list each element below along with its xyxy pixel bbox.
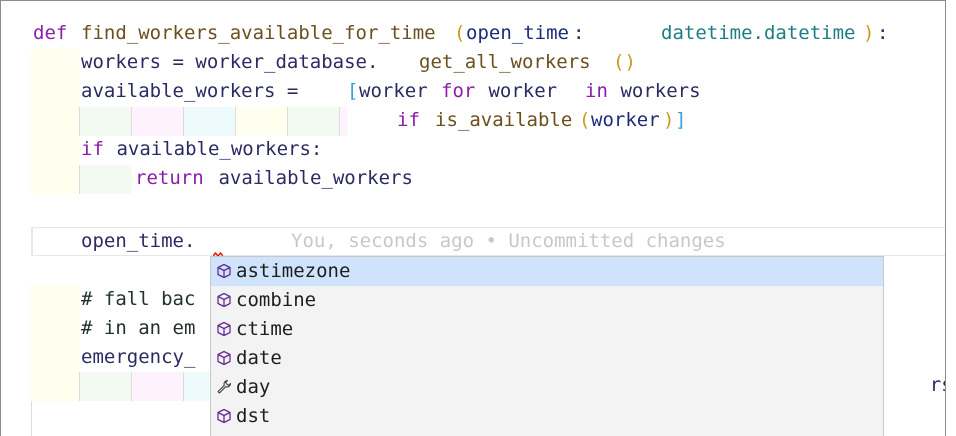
code-line: available_workers = [ worker for worker … [1,77,945,106]
code-line: if is_available ( worker ) ] [1,106,945,135]
keyword-if: if [397,109,420,131]
suggest-item[interactable]: ctime [211,315,883,344]
suggest-item[interactable]: date [211,344,883,373]
indent-guide [183,372,210,401]
keyword-in: in [585,80,608,102]
code-text: worker [477,80,569,102]
indent-separator [31,401,32,436]
code-text: worker [359,80,440,102]
cube-method-icon [217,408,231,424]
paren: ( [579,109,591,131]
code-text: available_workers: [105,138,323,160]
suggest-label: combine [236,289,317,311]
suggest-item[interactable]: combine [211,286,883,315]
suggest-item[interactable]: astimezone [211,257,883,286]
parens: () [613,51,636,73]
keyword-return: return [135,167,204,189]
indent-guide [131,372,183,401]
code-editor[interactable]: def find_workers_available_for_time ( op… [0,0,946,436]
keyword-def: def [33,22,68,44]
code-line: open_time. You, seconds ago • Uncommitte… [1,227,945,256]
code-text: available_workers = [81,80,310,102]
git-blame-annotation: You, seconds ago • Uncommitted changes [291,230,726,252]
paren: ( [454,22,466,44]
code-line: workers = worker_database. get_all_worke… [1,48,945,77]
param-name: open_time [466,22,569,44]
bracket: ] [675,109,687,131]
wrench-property-icon [217,379,232,394]
keyword-if: if [81,138,104,160]
suggest-label: ctime [236,318,294,340]
indent-separator [183,372,184,401]
indent-separator [79,372,80,401]
paren: ) [663,109,675,131]
suggest-label: date [236,347,282,369]
code-line: def find_workers_available_for_time ( op… [1,19,945,48]
cube-method-icon [217,321,231,337]
code-text: worker [591,109,660,131]
cube-method-icon [217,292,231,308]
code-text: rs() [929,374,945,396]
suggest-label: dst [236,405,271,427]
suggest-label: astimezone [236,260,351,282]
code-line: if available_workers: [1,135,945,164]
suggest-item[interactable]: day [211,373,883,402]
indent-guide [79,372,131,401]
indent-separator [131,372,132,401]
autocomplete-suggest-widget[interactable]: astimezone combine ctime date day dst [210,256,884,436]
bracket: [ [347,80,359,102]
def-colon: : [877,22,889,44]
function-name: find_workers_available_for_time [81,22,436,44]
function-call: get_all_workers [419,51,591,73]
suggest-item[interactable]: dst [211,402,883,431]
code-text: workers = worker_database. [81,51,379,73]
comment: # in an em [81,317,196,339]
cube-method-icon [217,350,231,366]
keyword-for: for [441,80,476,102]
paren: ) [863,22,875,44]
comment: # fall bac [81,288,196,310]
type-annotation: datetime.datetime [661,22,856,44]
code-text: open_time. [81,230,196,252]
suggest-label: day [236,376,271,398]
code-text: available_workers [207,167,413,189]
code-line: return available_workers [1,164,945,193]
function-call: is_available [435,109,573,131]
code-text: workers [609,80,701,102]
cube-method-icon [217,263,231,279]
code-text: emergency_ [81,346,196,368]
colon: : [573,22,596,44]
code-text-tail: rs() [884,342,945,429]
